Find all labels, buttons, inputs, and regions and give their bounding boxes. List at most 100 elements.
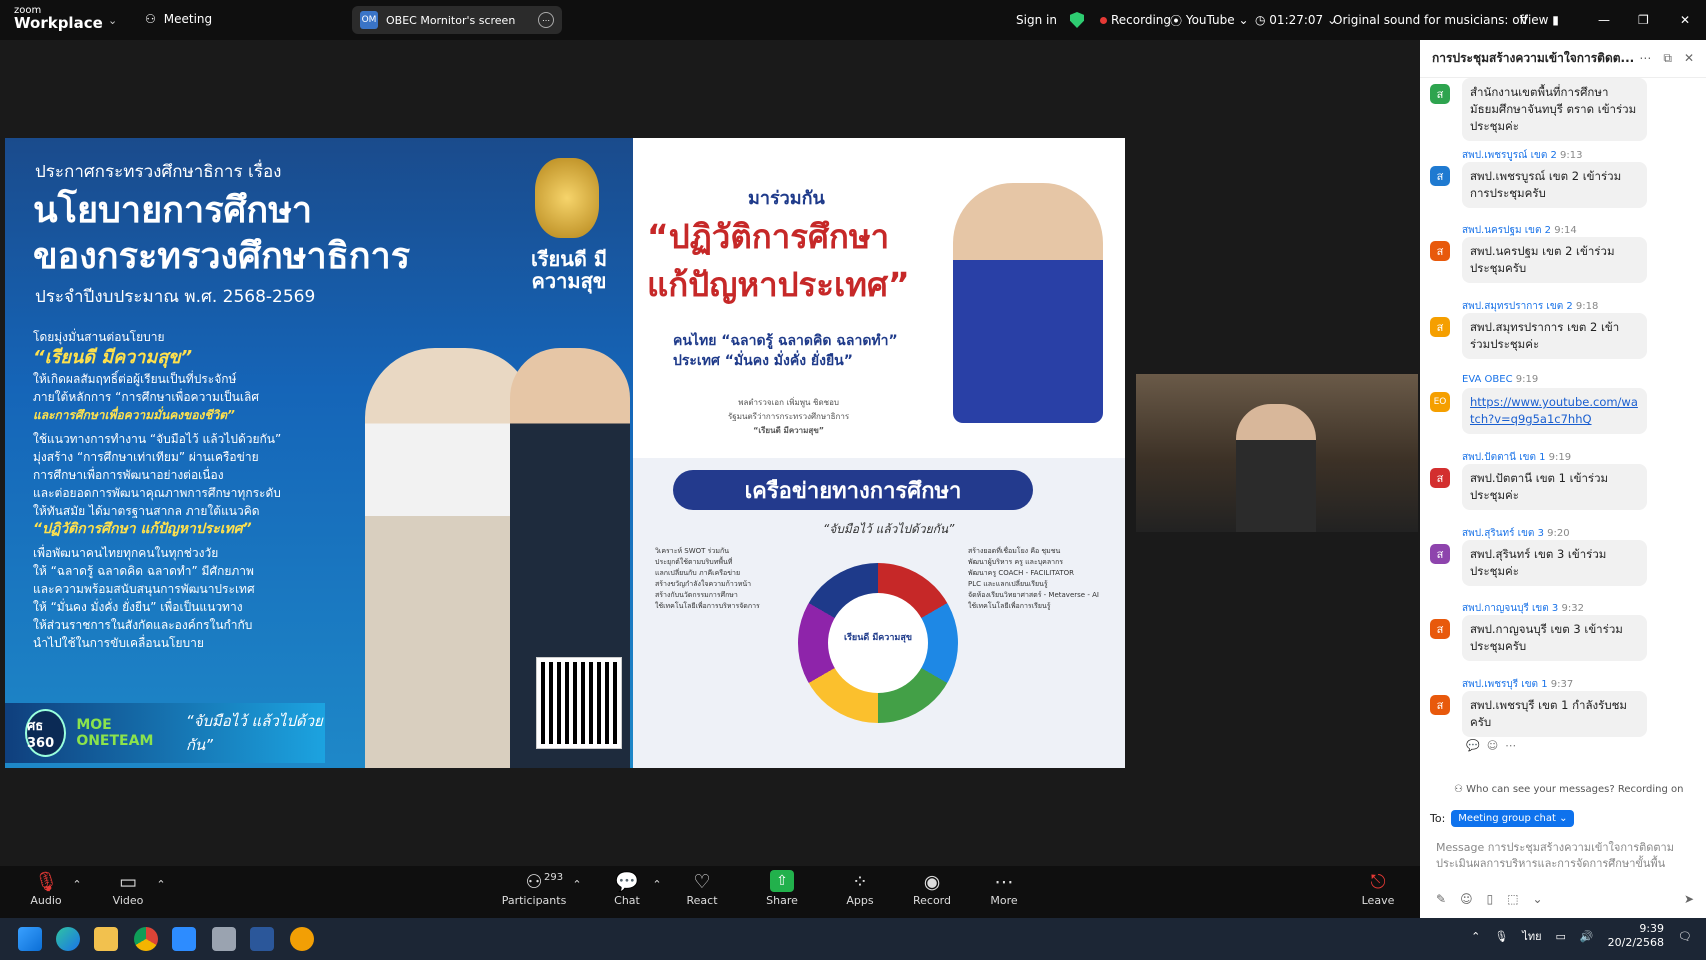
more-icon[interactable]: ⋯ — [1505, 739, 1516, 752]
meeting-timer[interactable]: ◷ 01:27:07 ⌄ — [1255, 0, 1337, 40]
audio-options-chevron[interactable]: ⌃ — [70, 878, 84, 891]
file-explorer-icon[interactable] — [94, 927, 118, 951]
share-button[interactable]: ⇧ Share — [750, 870, 814, 907]
credit-motto: “เรียนดี มีความสุข” — [753, 426, 825, 435]
zoom-app-icon[interactable] — [172, 927, 196, 951]
more-button[interactable]: ⋯ More — [972, 870, 1036, 907]
youtube-stream-menu[interactable]: ⦿ YouTube ⌄ — [1170, 0, 1249, 40]
message-text: สพป.สุรินทร์ เขต 3 เข้าร่วมประชุมค่ะ — [1462, 540, 1647, 586]
screen-share-pill[interactable]: OM OBEC Mornitor's screen ⋯ — [352, 6, 562, 34]
format-icon[interactable]: ✎ — [1436, 892, 1446, 906]
more-icon: ⋯ — [994, 871, 1014, 893]
emoji-react-icon[interactable]: ☺ — [1487, 739, 1498, 752]
body-line: “เรียนดี มีความสุข” — [33, 347, 193, 368]
chat-message-input[interactable]: Message การประชุมสร้างความเข้าใจการติดตา… — [1436, 840, 1686, 872]
slide-right-panel: มาร่วมกัน “ปฏิวัติการศึกษา แก้ปัญหาประเท… — [633, 138, 1125, 768]
file-icon[interactable]: ▯ — [1487, 892, 1494, 906]
message-text: สำนักงานเขตพื้นที่การศึกษามัธยมศึกษาจันท… — [1462, 78, 1647, 141]
youtube-link[interactable]: https://www.youtube.com/watch?v=q9g5a1c7… — [1470, 395, 1638, 426]
leave-label: Leave — [1361, 894, 1395, 907]
apps-button[interactable]: ⁘ Apps — [828, 870, 892, 907]
sender-avatar: ส — [1430, 166, 1450, 186]
leave-button[interactable]: ⎋ Leave — [1346, 870, 1410, 907]
moe-360-badge: ศธ 360 — [25, 709, 67, 757]
participant-video-tile[interactable] — [1136, 374, 1418, 532]
reply-icon[interactable]: 💬 — [1466, 739, 1480, 752]
recording-indicator[interactable]: Recording — [1100, 0, 1171, 40]
bullet-item: พัฒนาครู COACH - FACILITATOR — [968, 569, 1074, 577]
original-sound-toggle[interactable]: Original sound for musicians: off — [1333, 0, 1528, 40]
view-button[interactable]: View ▮ — [1520, 0, 1559, 40]
clock-date: 20/2/2568 — [1607, 936, 1665, 949]
start-menu-icon[interactable] — [18, 927, 42, 951]
system-clock[interactable]: 9:39 20/2/2568 — [1608, 922, 1664, 950]
chat-messages[interactable]: ส สำนักงานเขตพื้นที่การศึกษามัธยมศึกษาจั… — [1420, 78, 1706, 808]
send-icon: ➤ — [1683, 892, 1694, 906]
close-window-button[interactable]: ✕ — [1680, 0, 1690, 40]
edge-browser-icon[interactable] — [56, 927, 80, 951]
network-icon[interactable]: ▭ — [1556, 930, 1566, 943]
values-line-2: ประเทศ “มั่นคง มั่งคั่ง ยั่งยืน” — [673, 353, 853, 369]
zoom-logo: zoom Workplace — [14, 6, 103, 31]
info-text: Who can see your messages? Recording on — [1466, 784, 1684, 795]
message-time: 9:37 — [1550, 679, 1574, 690]
chat-bubble-icon: 💬 — [615, 871, 639, 893]
close-icon[interactable]: ✕ — [1684, 51, 1694, 66]
recipient-dropdown[interactable]: Meeting group chat ⌄ — [1451, 810, 1575, 827]
sender-name-text: สพป.เพชรบุรี เขต 1 — [1462, 679, 1548, 690]
bullet-item: สร้างขวัญกำลังใจความก้าวหน้า — [655, 580, 752, 588]
screenshot-icon[interactable]: ⬚ — [1507, 892, 1518, 906]
sender-avatar: ส — [1430, 468, 1450, 488]
react-label: React — [686, 894, 718, 907]
pop-out-icon[interactable]: ⧉ — [1663, 51, 1672, 66]
record-label: Record — [912, 894, 951, 907]
minimize-button[interactable]: — — [1598, 0, 1610, 40]
chevron-down-icon[interactable]: ⌄ — [1533, 892, 1543, 906]
sign-in-link[interactable]: Sign in — [1016, 0, 1057, 40]
slide-left-panel: ประกาศกระทรวงศึกษาธิการ เรื่อง นโยบายการ… — [5, 138, 633, 768]
restore-button[interactable]: ❐ — [1638, 0, 1649, 40]
slide-left-heading: นโยบายการศึกษา ของกระทรวงศึกษาธิการ — [33, 188, 410, 280]
slogan-line-2: แก้ปัญหาประเทศ” — [647, 265, 910, 304]
send-button[interactable]: ➤ — [1684, 892, 1694, 906]
input-language[interactable]: ไทย — [1522, 927, 1541, 945]
participants-button[interactable]: ⚇ 293 Participants — [498, 870, 570, 907]
video-label: Video — [112, 894, 144, 907]
react-button[interactable]: ♡ React — [670, 870, 734, 907]
chrome-icon[interactable] — [134, 927, 158, 951]
chat-options-chevron[interactable]: ⌃ — [650, 878, 664, 891]
volume-icon[interactable]: 🔊 — [1580, 930, 1594, 943]
message-time: 9:13 — [1560, 150, 1583, 161]
meeting-info-button[interactable]: ⚇ Meeting — [145, 12, 212, 26]
word-icon[interactable] — [250, 927, 274, 951]
message-actions[interactable]: 💬 ☺ ⋯ — [1466, 739, 1516, 752]
video-button[interactable]: ▭ Video — [96, 870, 160, 907]
sender-name-text: สพป.ปัตตานี เขต 1 — [1462, 452, 1546, 463]
body-line: ให้ “มั่นคง มั่งคั่ง ยั่งยืน” เพื่อเป็นแ… — [33, 600, 243, 614]
body-line: นำไปใช้ในการขับเคลื่อนนโยบาย — [33, 636, 204, 650]
body-line: และการศึกษาเพื่อความมั่นคงของชีวิต” — [33, 408, 235, 422]
encryption-icon[interactable] — [1070, 0, 1084, 40]
snipping-tool-icon[interactable] — [212, 927, 236, 951]
sender-name-text: EVA OBEC — [1462, 374, 1513, 385]
message-text: สพป.เพชรบุรี เขต 1 กำลังรับชมครับ — [1462, 691, 1647, 737]
participants-options-chevron[interactable]: ⌃ — [570, 878, 584, 891]
app-icon[interactable] — [290, 927, 314, 951]
chat-visibility-info[interactable]: ⚇ Who can see your messages? Recording o… — [1454, 784, 1683, 795]
more-icon[interactable]: ⋯ — [1639, 51, 1651, 66]
audio-button[interactable]: 🎙 Audio — [14, 870, 78, 907]
message-time: 9:20 — [1547, 528, 1570, 539]
participant-figure — [1236, 404, 1316, 532]
chevron-up-icon[interactable]: ⌃ — [1471, 930, 1480, 943]
notification-icon[interactable]: 🗨 — [1678, 930, 1692, 943]
microphone-icon[interactable]: 🎙 — [1494, 930, 1508, 943]
record-button[interactable]: ◉ Record — [900, 870, 964, 907]
more-options-icon[interactable]: ⋯ — [538, 12, 554, 28]
chevron-down-icon[interactable]: ⌄ — [108, 14, 117, 27]
bullet-item: จัดห้องเรียนวิทยาศาสตร์ - Metaverse - AI — [968, 591, 1099, 599]
video-options-chevron[interactable]: ⌃ — [154, 878, 168, 891]
participants-count: 293 — [544, 872, 564, 883]
emoji-icon[interactable]: ☺ — [1460, 892, 1473, 906]
meeting-controls: 🎙 Audio ⌃ ▭ Video ⌃ ⚇ 293 Participants ⌃… — [0, 866, 1420, 918]
shared-screen-slide: ประกาศกระทรวงศึกษาธิการ เรื่อง นโยบายการ… — [5, 138, 1125, 768]
